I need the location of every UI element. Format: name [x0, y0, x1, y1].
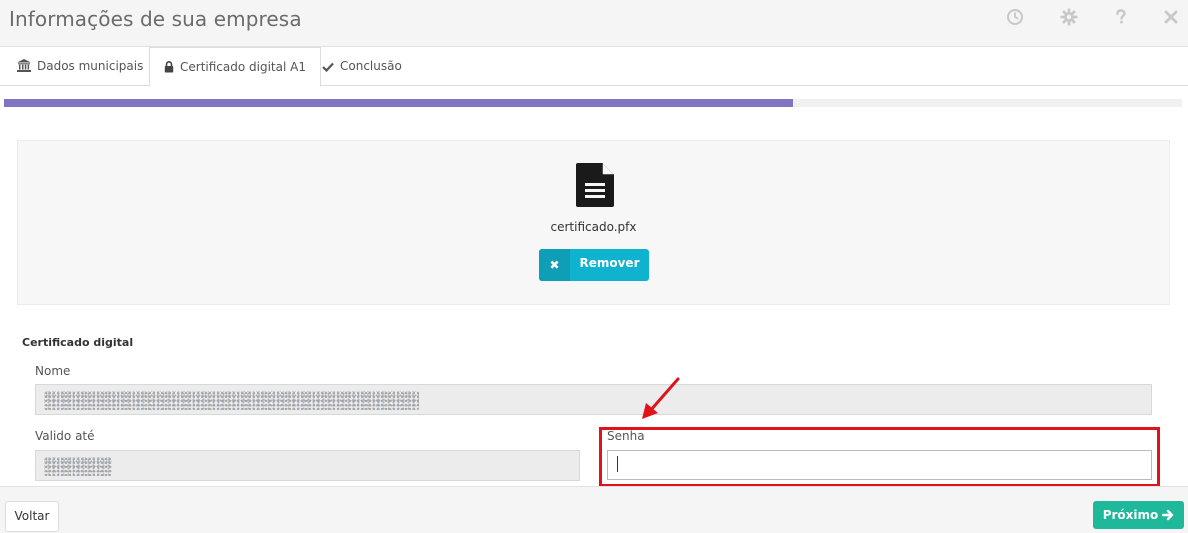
progress-fill: [4, 99, 794, 107]
annotation-arrow-icon: [642, 377, 680, 419]
clock-icon[interactable]: [1005, 8, 1025, 28]
file-upload-area[interactable]: certificado.pfx ✖ Remover: [17, 140, 1170, 305]
lock-icon: [164, 60, 174, 73]
redacted-value: [44, 457, 112, 476]
back-button[interactable]: Voltar: [5, 501, 59, 532]
tab-conclusao[interactable]: Conclusão: [308, 47, 416, 86]
valid-until-label: Valido até: [35, 429, 95, 443]
arrow-right-icon: [1162, 509, 1174, 521]
tab-label: Dados municipais: [37, 59, 144, 73]
page-title: Informações de sua empresa: [9, 7, 302, 31]
next-button-label: Próximo: [1102, 508, 1159, 522]
gear-icon[interactable]: [1059, 8, 1079, 28]
file-document-icon: [576, 163, 614, 207]
section-title: Certificado digital: [22, 336, 134, 349]
help-icon[interactable]: [1111, 8, 1131, 28]
remove-file-button[interactable]: ✖ Remover: [539, 249, 649, 281]
check-icon: [322, 62, 334, 73]
highlight-box: [599, 427, 1160, 487]
tab-certificado-digital[interactable]: Certificado digital A1: [149, 47, 321, 87]
remove-button-label: Remover: [579, 256, 640, 270]
modal-header: Informações de sua empresa: [0, 0, 1188, 47]
tab-label: Certificado digital A1: [180, 60, 306, 74]
bank-icon: [17, 59, 31, 72]
tab-label: Conclusão: [340, 59, 402, 73]
modal-footer: Voltar Próximo: [0, 486, 1188, 533]
name-label: Nome: [35, 364, 71, 378]
wizard-tabs: Dados municipais Certificado digital A1 …: [0, 47, 1188, 87]
wizard-progress: [4, 99, 1182, 107]
name-field: [35, 384, 1152, 415]
tab-dados-municipais[interactable]: Dados municipais: [3, 47, 157, 86]
close-icon: ✖: [539, 249, 570, 281]
redacted-value: [44, 391, 419, 410]
uploaded-file-name: certificado.pfx: [550, 220, 637, 234]
valid-until-field: [35, 450, 580, 481]
next-button[interactable]: Próximo: [1093, 501, 1184, 529]
close-icon[interactable]: [1161, 8, 1181, 28]
